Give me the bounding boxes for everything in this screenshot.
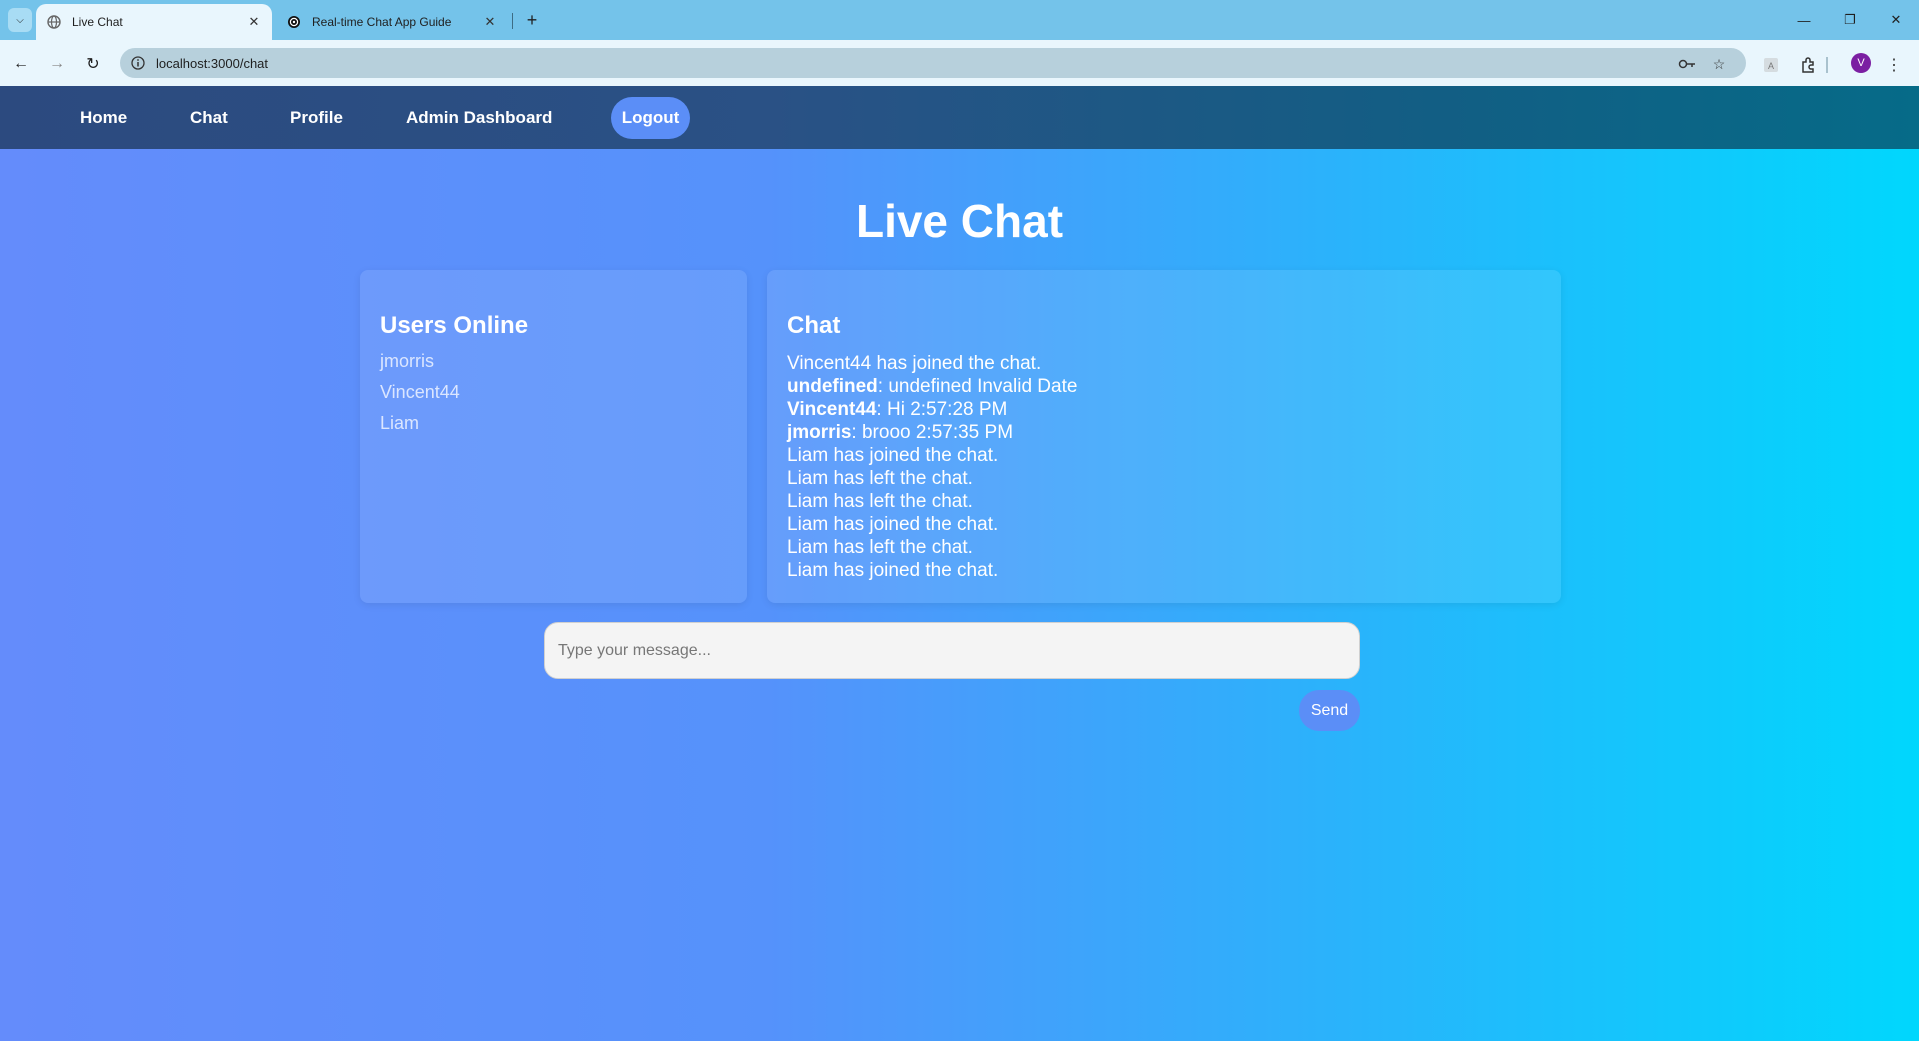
browser-toolbar: ← → ↻ localhost:3000/chat ☆ A ⋮: [0, 40, 1919, 86]
close-icon[interactable]: ✕: [246, 14, 262, 30]
message-text: Liam has left the chat.: [787, 537, 973, 558]
site-info-icon[interactable]: [130, 55, 146, 71]
tab-live-chat[interactable]: Live Chat ✕: [36, 4, 272, 40]
chat-message: Liam has joined the chat.: [787, 444, 1077, 467]
svg-text:A: A: [1768, 61, 1774, 71]
chevron-down-icon: ⌵: [16, 14, 24, 26]
page-title: Live Chat: [855, 195, 1064, 247]
minimize-icon: —: [1797, 12, 1811, 28]
back-button[interactable]: ←: [8, 51, 34, 77]
restore-button[interactable]: ❐: [1835, 8, 1865, 32]
extensions-puzzle-icon[interactable]: [1799, 55, 1819, 75]
chat-heading: Chat: [787, 312, 841, 339]
arrow-right-icon: →: [49, 55, 65, 72]
user-list-item: Liam: [380, 413, 420, 433]
message-text: Liam has joined the chat.: [787, 445, 999, 466]
close-icon[interactable]: ✕: [482, 14, 498, 30]
profile-avatar[interactable]: V: [1851, 53, 1871, 73]
chat-message: jmorris: brooo 2:57:35 PM: [787, 421, 1077, 444]
chat-message: Liam has left the chat.: [787, 536, 1077, 559]
bookmark-star-icon[interactable]: ☆: [1710, 55, 1728, 73]
minimize-button[interactable]: —: [1789, 8, 1819, 32]
close-window-button[interactable]: ✕: [1881, 8, 1911, 32]
message-text: Liam has joined the chat.: [787, 560, 999, 581]
main-nav: Home Chat Profile Admin Dashboard Logout: [0, 86, 1919, 149]
tab-search-button[interactable]: ⌵: [8, 8, 32, 32]
message-text: Liam has left the chat.: [787, 468, 973, 489]
url-text: localhost:3000/chat: [156, 55, 269, 71]
chat-message: Liam has left the chat.: [787, 467, 1077, 490]
send-button[interactable]: Send: [1299, 690, 1360, 731]
globe-icon: [46, 14, 62, 30]
user-list-item: jmorris: [380, 351, 434, 371]
logout-button[interactable]: Logout: [611, 97, 690, 139]
menu-dots-icon[interactable]: ⋮: [1884, 55, 1904, 75]
message-sender: Vincent44: [787, 399, 877, 420]
tab-separator: [512, 13, 513, 29]
user-list: jmorris Vincent44 Liam: [380, 346, 460, 439]
password-key-icon[interactable]: [1678, 55, 1696, 73]
message-text: : Hi 2:57:28 PM: [876, 399, 1008, 420]
chat-message: Vincent44 has joined the chat.: [787, 352, 1077, 375]
message-text: : undefined Invalid Date: [877, 376, 1078, 397]
message-text: Liam has joined the chat.: [787, 514, 999, 535]
arrow-left-icon: ←: [13, 55, 29, 72]
reload-icon: ↻: [86, 56, 100, 73]
users-online-heading: Users Online: [380, 312, 529, 339]
nav-admin-dashboard-link[interactable]: Admin Dashboard: [406, 108, 552, 128]
new-tab-button[interactable]: +: [520, 8, 544, 32]
message-list: Vincent44 has joined the chat. undefined:…: [787, 352, 1077, 582]
message-sender: jmorris: [787, 422, 852, 443]
openai-icon: [286, 14, 302, 30]
nav-profile-link[interactable]: Profile: [290, 108, 343, 128]
plus-icon: +: [526, 9, 538, 30]
browser-tab-bar: ⌵ Live Chat ✕ Real-time Chat App Guide ✕…: [0, 0, 1919, 40]
chat-message: Liam has left the chat.: [787, 490, 1077, 513]
chat-message: Liam has joined the chat.: [787, 513, 1077, 536]
restore-icon: ❐: [1844, 12, 1856, 27]
chat-message: undefined: undefined Invalid Date: [787, 375, 1077, 398]
tab-title: Live Chat: [72, 15, 123, 29]
nav-home-link[interactable]: Home: [80, 108, 127, 128]
close-icon: ✕: [1890, 12, 1902, 27]
extension-app-icon[interactable]: A: [1761, 55, 1781, 75]
user-list-item: Vincent44: [380, 382, 460, 402]
message-text: : brooo 2:57:35 PM: [851, 422, 1014, 443]
reload-button[interactable]: ↻: [80, 51, 106, 77]
message-text: Liam has left the chat.: [787, 491, 973, 512]
users-online-panel: Users Online jmorris Vincent44 Liam: [360, 270, 747, 603]
chat-message: Vincent44: Hi 2:57:28 PM: [787, 398, 1077, 421]
toolbar-divider: [1826, 57, 1828, 73]
message-text: Vincent44 has joined the chat.: [787, 353, 1042, 374]
tab-title: Real-time Chat App Guide: [312, 15, 452, 29]
address-bar[interactable]: localhost:3000/chat ☆: [120, 48, 1746, 78]
page-body: Home Chat Profile Admin Dashboard Logout…: [0, 86, 1919, 1041]
nav-chat-link[interactable]: Chat: [190, 108, 228, 128]
chat-message: Liam has joined the chat.: [787, 559, 1077, 582]
chat-panel: Chat Vincent44 has joined the chat. undef…: [767, 270, 1561, 603]
forward-button[interactable]: →: [44, 51, 70, 77]
message-sender: undefined: [787, 376, 878, 397]
message-input[interactable]: [544, 622, 1360, 679]
tab-real-time-chat-guide[interactable]: Real-time Chat App Guide ✕: [276, 4, 508, 40]
